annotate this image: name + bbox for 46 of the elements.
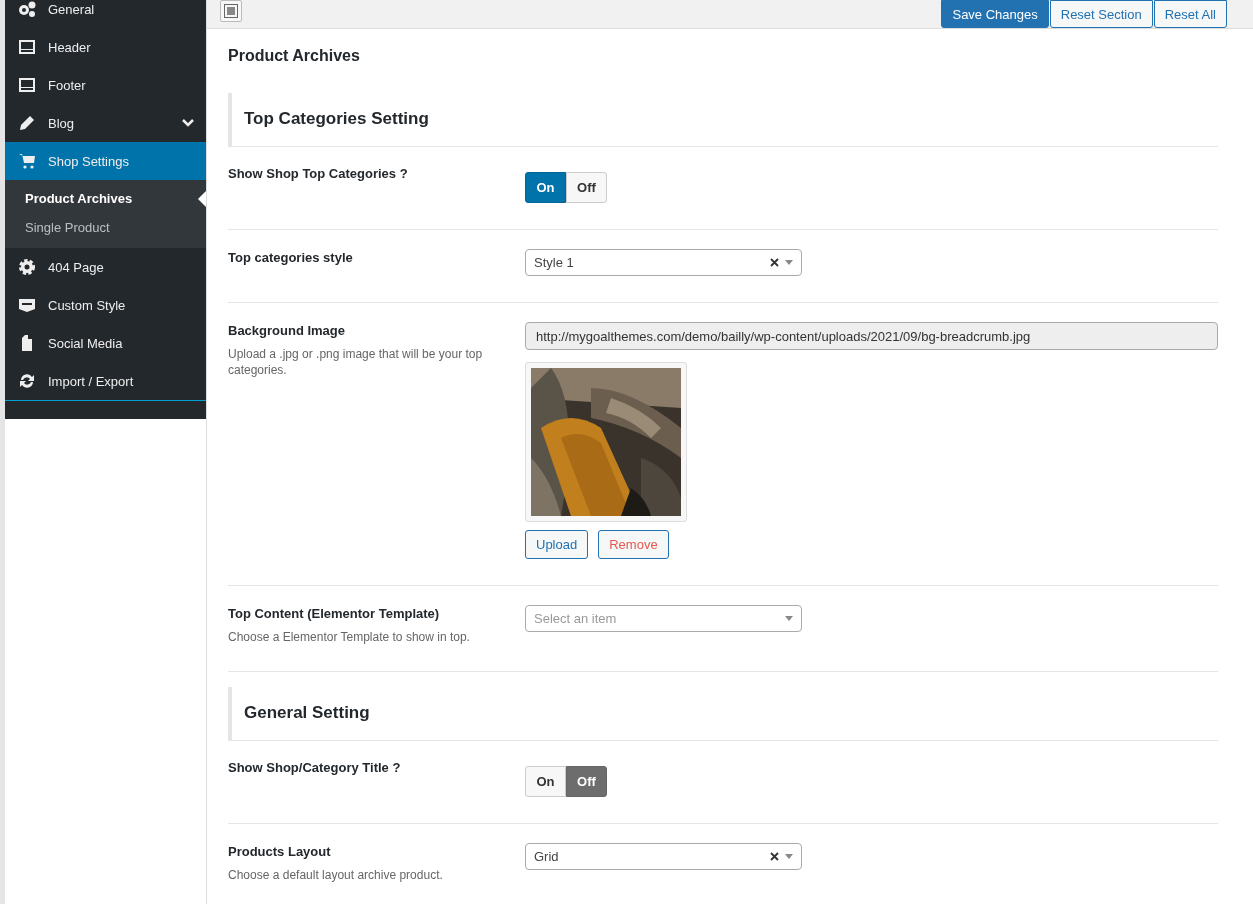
field-description: Choose a default layout archive product.: [228, 867, 444, 883]
cart-icon: [18, 152, 36, 170]
sidebar-item[interactable]: Blog: [5, 104, 206, 142]
sidebar-item[interactable]: Header: [5, 28, 206, 66]
css-icon: [18, 296, 36, 314]
toggle-option[interactable]: On: [525, 172, 566, 203]
toolbar-button[interactable]: Reset All: [1153, 0, 1227, 28]
field-description: Upload a .jpg or .png image that will be your top categories.: [228, 346, 484, 378]
dropdown-arrow-icon: [785, 616, 793, 621]
sidebar-item[interactable]: General: [5, 0, 206, 28]
pencil-icon: [18, 114, 36, 132]
toggle-option[interactable]: Off: [566, 172, 607, 203]
select-field[interactable]: Style 1: [525, 249, 802, 276]
layout-toggle-button[interactable]: [220, 0, 242, 22]
clear-icon[interactable]: [770, 258, 779, 267]
field-label: Top Content (Elementor Template): [228, 606, 441, 621]
toolbar-button[interactable]: Save Changes: [941, 0, 1049, 28]
toggle-option[interactable]: On: [525, 766, 566, 797]
field-label: Top categories style: [228, 250, 354, 265]
field-label: Show Shop Top Categories ?: [228, 166, 409, 181]
gear-icon: [18, 258, 36, 276]
url-field[interactable]: http://mygoalthemes.com/demo/bailly/wp-content/uploads/2021/09/bg-breadcrumb.jpg: [525, 322, 1218, 350]
upload-button[interactable]: Upload: [525, 530, 589, 559]
field-label: Products Layout: [228, 844, 332, 859]
layout-icon: [18, 76, 36, 94]
toolbar-button[interactable]: Reset Section: [1049, 0, 1153, 28]
layout-icon: [18, 38, 36, 56]
dropdown-arrow-icon: [785, 854, 793, 859]
sidebar-item[interactable]: Import / Export: [5, 362, 206, 400]
clear-icon[interactable]: [770, 852, 779, 861]
sidebar-item[interactable]: Shop Settings: [5, 142, 206, 180]
sidebar-item[interactable]: Custom Style: [5, 286, 206, 324]
refresh-icon: [18, 372, 36, 390]
submenu-item[interactable]: Single Product: [5, 213, 206, 242]
toggle-option[interactable]: Off: [566, 766, 607, 797]
page-title: Product Archives: [228, 47, 361, 65]
sidebar-item[interactable]: Social Media: [5, 324, 206, 362]
select-field[interactable]: Grid: [525, 843, 802, 870]
sidebar-item[interactable]: 404 Page: [5, 248, 206, 286]
sidebar-item[interactable]: Footer: [5, 66, 206, 104]
section-title: General Setting: [244, 703, 371, 723]
dropdown-arrow-icon: [785, 260, 793, 265]
field-label: Background Image: [228, 323, 347, 338]
field-description: Choose a Elementor Template to show in top.: [228, 629, 471, 645]
section-title: Top Categories Setting: [244, 109, 430, 129]
field-label: Show Shop/Category Title ?: [228, 760, 402, 775]
